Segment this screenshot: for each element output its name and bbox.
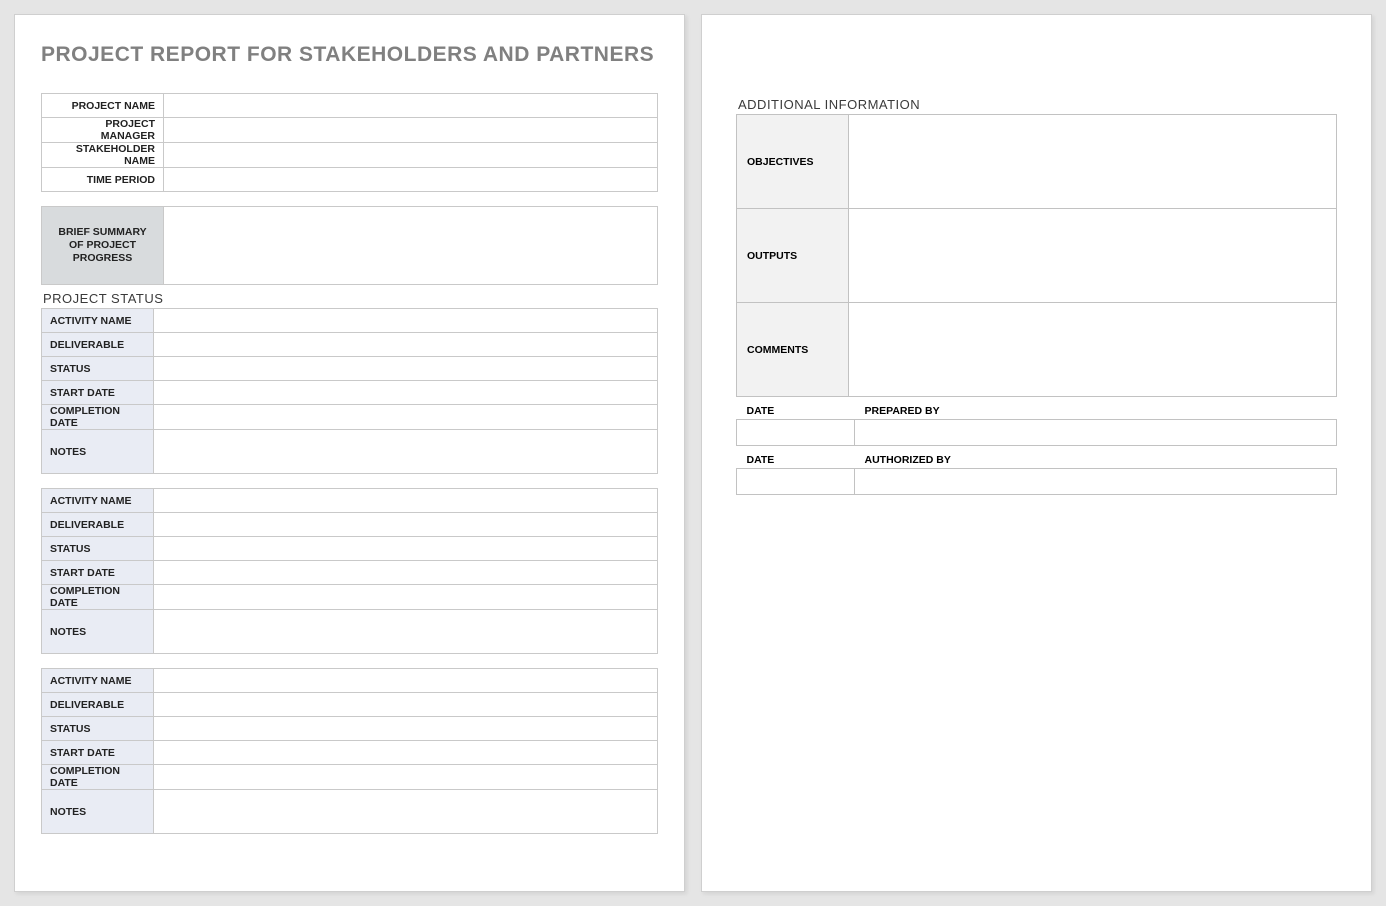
deliverable-field[interactable] <box>154 693 658 717</box>
start-date-label: START DATE <box>42 741 154 765</box>
activity-name-field[interactable] <box>154 309 658 333</box>
completion-date-field[interactable] <box>154 405 658 430</box>
start-date-label: START DATE <box>42 381 154 405</box>
activity-name-label: ACTIVITY NAME <box>42 489 154 513</box>
notes-label: NOTES <box>42 430 154 474</box>
status-field[interactable] <box>154 357 658 381</box>
objectives-label: OBJECTIVES <box>737 115 849 209</box>
deliverable-label: DELIVERABLE <box>42 333 154 357</box>
completion-date-field[interactable] <box>154 585 658 610</box>
outputs-field[interactable] <box>849 209 1337 303</box>
status-label: STATUS <box>42 717 154 741</box>
additional-info-heading: ADDITIONAL INFORMATION <box>738 97 1337 112</box>
notes-field[interactable] <box>154 430 658 474</box>
status-label: STATUS <box>42 357 154 381</box>
notes-label: NOTES <box>42 790 154 834</box>
start-date-field[interactable] <box>154 741 658 765</box>
completion-date-label: COMPLETION DATE <box>42 585 154 610</box>
comments-field[interactable] <box>849 303 1337 397</box>
notes-field[interactable] <box>154 790 658 834</box>
start-date-field[interactable] <box>154 381 658 405</box>
prepared-date-field[interactable] <box>737 420 855 446</box>
project-name-label: PROJECT NAME <box>42 94 164 118</box>
activity-name-label: ACTIVITY NAME <box>42 669 154 693</box>
page-right: ADDITIONAL INFORMATION OBJECTIVES OUTPUT… <box>701 14 1372 892</box>
start-date-field[interactable] <box>154 561 658 585</box>
activity-block: ACTIVITY NAME DELIVERABLE STATUS START D… <box>41 308 658 474</box>
authorized-by-field[interactable] <box>855 469 1337 495</box>
header-table: PROJECT NAME PROJECT MANAGER STAKEHOLDER… <box>41 93 658 192</box>
notes-label: NOTES <box>42 610 154 654</box>
summary-table: BRIEF SUMMARY OF PROJECT PROGRESS <box>41 206 658 285</box>
completion-date-label: COMPLETION DATE <box>42 765 154 790</box>
notes-field[interactable] <box>154 610 658 654</box>
page-title: PROJECT REPORT FOR STAKEHOLDERS AND PART… <box>41 43 658 67</box>
prepared-by-table: DATE PREPARED BY <box>736 401 1337 446</box>
stakeholder-name-field[interactable] <box>164 143 658 168</box>
date-label: DATE <box>737 401 855 420</box>
objectives-field[interactable] <box>849 115 1337 209</box>
activity-block: ACTIVITY NAME DELIVERABLE STATUS START D… <box>41 488 658 654</box>
summary-field[interactable] <box>164 207 658 285</box>
outputs-label: OUTPUTS <box>737 209 849 303</box>
deliverable-field[interactable] <box>154 333 658 357</box>
project-manager-label: PROJECT MANAGER <box>42 118 164 143</box>
comments-label: COMMENTS <box>737 303 849 397</box>
status-label: STATUS <box>42 537 154 561</box>
stakeholder-name-label: STAKEHOLDER NAME <box>42 143 164 168</box>
summary-label: BRIEF SUMMARY OF PROJECT PROGRESS <box>42 207 164 285</box>
project-manager-field[interactable] <box>164 118 658 143</box>
completion-date-field[interactable] <box>154 765 658 790</box>
project-name-field[interactable] <box>164 94 658 118</box>
start-date-label: START DATE <box>42 561 154 585</box>
status-field[interactable] <box>154 537 658 561</box>
prepared-by-label: PREPARED BY <box>855 401 1337 420</box>
authorized-by-label: AUTHORIZED BY <box>855 450 1337 469</box>
additional-info-table: OBJECTIVES OUTPUTS COMMENTS <box>736 114 1337 397</box>
activity-name-label: ACTIVITY NAME <box>42 309 154 333</box>
date-label: DATE <box>737 450 855 469</box>
activity-block: ACTIVITY NAME DELIVERABLE STATUS START D… <box>41 668 658 834</box>
authorized-by-table: DATE AUTHORIZED BY <box>736 450 1337 495</box>
deliverable-label: DELIVERABLE <box>42 693 154 717</box>
activity-name-field[interactable] <box>154 669 658 693</box>
time-period-field[interactable] <box>164 168 658 192</box>
time-period-label: TIME PERIOD <box>42 168 164 192</box>
completion-date-label: COMPLETION DATE <box>42 405 154 430</box>
page-left: PROJECT REPORT FOR STAKEHOLDERS AND PART… <box>14 14 685 892</box>
activity-name-field[interactable] <box>154 489 658 513</box>
deliverable-field[interactable] <box>154 513 658 537</box>
authorized-date-field[interactable] <box>737 469 855 495</box>
status-field[interactable] <box>154 717 658 741</box>
prepared-by-field[interactable] <box>855 420 1337 446</box>
deliverable-label: DELIVERABLE <box>42 513 154 537</box>
project-status-heading: PROJECT STATUS <box>43 291 658 306</box>
